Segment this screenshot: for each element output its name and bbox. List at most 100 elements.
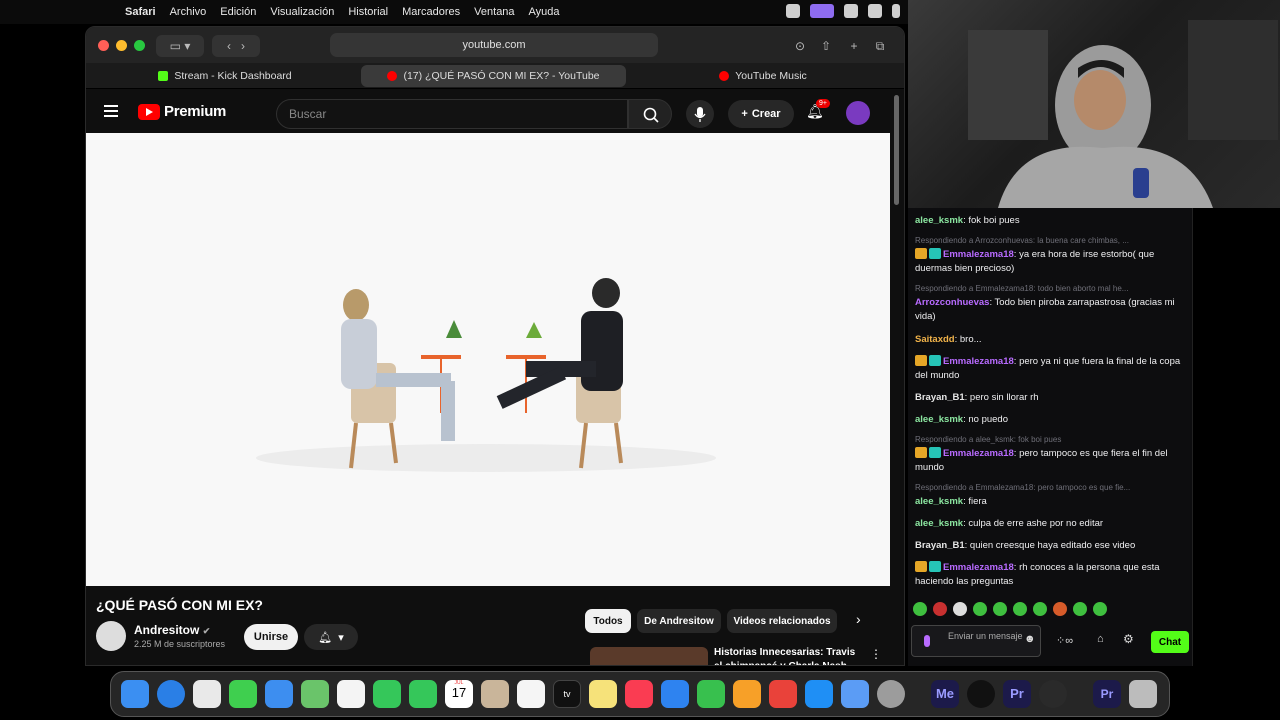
- new-tab-icon[interactable]: +: [844, 35, 864, 57]
- settings-icon[interactable]: ⚙︎: [1123, 632, 1134, 646]
- messages-icon[interactable]: [229, 680, 257, 708]
- menu-app-name[interactable]: Safari: [125, 6, 156, 18]
- chat-username[interactable]: Emmalezama18: [943, 448, 1014, 459]
- menu-archivo[interactable]: Archivo: [170, 6, 207, 18]
- emote-icon[interactable]: [973, 602, 987, 616]
- appstore-icon[interactable]: [805, 680, 833, 708]
- share-icon[interactable]: ⇧: [816, 35, 836, 57]
- emote-icon[interactable]: [993, 602, 1007, 616]
- emote-icon[interactable]: [953, 602, 967, 616]
- close-window-button[interactable]: [98, 40, 109, 51]
- chat-username[interactable]: alee_ksmk: [915, 518, 963, 529]
- safari-icon[interactable]: [157, 680, 185, 708]
- display-icon[interactable]: [868, 4, 882, 18]
- screen-record-icon[interactable]: [810, 4, 834, 18]
- youtube-logo[interactable]: Premium: [138, 103, 226, 120]
- numbers-icon[interactable]: [697, 680, 725, 708]
- emote-icon[interactable]: [1073, 602, 1087, 616]
- phone-icon[interactable]: [409, 680, 437, 708]
- more-options-icon[interactable]: ⋮: [870, 647, 882, 661]
- media-encoder-icon[interactable]: Me: [931, 680, 959, 708]
- status-icon[interactable]: [786, 4, 800, 18]
- emoji-icon[interactable]: ☻: [1024, 634, 1036, 645]
- chat-username[interactable]: alee_ksmk: [915, 414, 963, 425]
- tab-overview-icon[interactable]: ⧉: [870, 35, 890, 57]
- trash-icon[interactable]: [1129, 680, 1157, 708]
- keynote-icon[interactable]: [661, 680, 689, 708]
- menu-edicion[interactable]: Edición: [220, 6, 256, 18]
- tab-kick-dashboard[interactable]: Stream - Kick Dashboard: [96, 65, 354, 87]
- menu-ventana[interactable]: Ventana: [474, 6, 514, 18]
- maps-icon[interactable]: [301, 680, 329, 708]
- chat-username[interactable]: Arrozconhuevas: [915, 297, 989, 308]
- downloads-icon[interactable]: ⊙: [790, 35, 810, 57]
- premiere-pro-icon[interactable]: Pr: [1093, 680, 1121, 708]
- chat-username[interactable]: Emmalezama18: [943, 562, 1014, 573]
- emote-icon[interactable]: [913, 602, 927, 616]
- subscribe-notification-button[interactable]: 🔔︎ ▾: [304, 624, 358, 650]
- chat-username[interactable]: Brayan_B1: [915, 540, 965, 551]
- user-avatar[interactable]: [846, 101, 870, 125]
- reminders-icon[interactable]: [517, 680, 545, 708]
- chevron-right-icon[interactable]: ›: [856, 611, 861, 627]
- channel-avatar[interactable]: [96, 621, 126, 651]
- pages-icon[interactable]: [733, 680, 761, 708]
- back-forward-buttons[interactable]: ‹ ›: [212, 35, 260, 57]
- chip-de-andresitow[interactable]: De Andresitow: [637, 609, 721, 633]
- emote-icon[interactable]: [1053, 602, 1067, 616]
- premiere-icon[interactable]: Pr: [1003, 680, 1031, 708]
- chip-todos[interactable]: Todos: [585, 609, 631, 633]
- create-button[interactable]: + Crear: [728, 100, 794, 128]
- music-icon[interactable]: [625, 680, 653, 708]
- chat-username[interactable]: Saitaxdd: [915, 334, 955, 345]
- chat-username[interactable]: alee_ksmk: [915, 496, 963, 507]
- appletv-icon[interactable]: tv: [553, 680, 581, 708]
- chat-username[interactable]: Brayan_B1: [915, 392, 965, 403]
- notes-icon[interactable]: [589, 680, 617, 708]
- mail-icon[interactable]: [265, 680, 293, 708]
- rocket-icon[interactable]: [769, 680, 797, 708]
- network-icon[interactable]: [844, 4, 858, 18]
- tab-youtube-music[interactable]: YouTube Music: [632, 65, 894, 87]
- chat-username[interactable]: alee_ksmk: [915, 215, 963, 226]
- emote-icon[interactable]: [933, 602, 947, 616]
- chip-videos-relacionados[interactable]: Videos relacionados: [727, 609, 837, 633]
- join-button[interactable]: Unirse: [244, 624, 298, 650]
- capcut-icon[interactable]: [967, 680, 995, 708]
- contacts-icon[interactable]: [481, 680, 509, 708]
- launchpad-icon[interactable]: [193, 680, 221, 708]
- chat-message-input[interactable]: Enviar un mensaje ☻: [911, 625, 1041, 657]
- menu-icon[interactable]: [104, 105, 118, 120]
- shortcuts-icon[interactable]: ⁘∞: [1056, 634, 1073, 647]
- search-input[interactable]: Buscar: [276, 99, 628, 129]
- obs-icon[interactable]: [1039, 680, 1067, 708]
- finder-icon[interactable]: [121, 680, 149, 708]
- chat-username[interactable]: Emmalezama18: [943, 356, 1014, 367]
- related-video-thumbnail[interactable]: [590, 647, 708, 665]
- video-player[interactable]: [86, 133, 890, 586]
- sidebar-toggle-button[interactable]: ▭ ▾: [156, 35, 204, 57]
- minimize-window-button[interactable]: [116, 40, 127, 51]
- related-video-title[interactable]: Historias Innecesarias: Travis el chimpa…: [714, 646, 864, 665]
- menu-visualizacion[interactable]: Visualización: [270, 6, 334, 18]
- channel-name[interactable]: Andresitow ✔: [134, 623, 210, 637]
- menu-marcadores[interactable]: Marcadores: [402, 6, 460, 18]
- settings-icon[interactable]: [877, 680, 905, 708]
- facetime-icon[interactable]: [373, 680, 401, 708]
- emote-icon[interactable]: [1013, 602, 1027, 616]
- address-bar[interactable]: youtube.com: [330, 33, 658, 57]
- menu-historial[interactable]: Historial: [348, 6, 388, 18]
- emote-icon[interactable]: [1033, 602, 1047, 616]
- send-chat-button[interactable]: Chat: [1151, 631, 1189, 653]
- photos-icon[interactable]: [337, 680, 365, 708]
- chat-username[interactable]: Emmalezama18: [943, 249, 1014, 260]
- store-icon[interactable]: ⌂: [1097, 633, 1104, 645]
- emote-icon[interactable]: [1093, 602, 1107, 616]
- zoom-window-button[interactable]: [134, 40, 145, 51]
- calendar-icon[interactable]: JUL 17: [445, 680, 473, 708]
- page-scrollbar[interactable]: [894, 95, 899, 205]
- menu-ayuda[interactable]: Ayuda: [529, 6, 560, 18]
- iphone-mirroring-icon[interactable]: [841, 680, 869, 708]
- voice-search-button[interactable]: [686, 100, 714, 128]
- search-button[interactable]: [628, 99, 672, 129]
